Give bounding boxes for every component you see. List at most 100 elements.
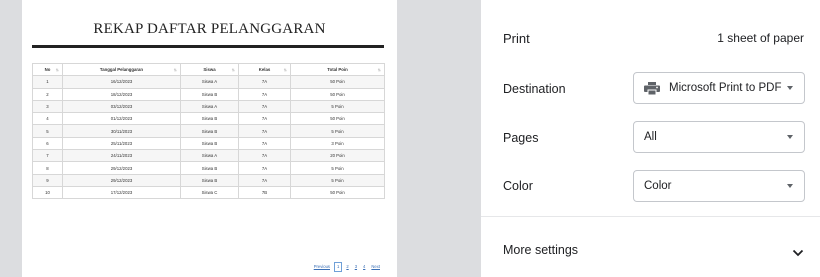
table-row: 6 25/11/2023 Siswa B 7A 3 Poin [32,136,385,151]
cell-no: 8 [32,161,63,175]
cell-date: 29/12/2023 [62,173,181,187]
pagination-page-4[interactable]: 4 [361,263,367,271]
cell-no: 3 [32,99,63,114]
cell-date: 24/11/2023 [62,149,181,163]
cell-student: Siswa B [180,173,239,187]
column-header-label: Total Poin [327,67,348,73]
sort-arrows-icon: ⇅ [283,67,287,73]
column-header-label: Kelas [258,67,271,73]
cell-date: 30/11/2023 [62,124,181,138]
table-row: 8 29/12/2023 Siswa B 7A 5 Poin [32,161,385,175]
table-row: 5 30/11/2023 Siswa B 7A 5 Poin [32,124,385,138]
print-title: Print [503,31,530,46]
sort-arrows-icon: ⇅ [55,67,59,73]
destination-value: Microsoft Print to PDF [669,82,782,94]
sort-arrows-icon: ⇅ [231,67,235,73]
column-header-label: Siswa [203,67,216,73]
cell-points: 50 Poin [290,87,385,101]
pages-label: Pages [503,131,539,145]
table-row: 4 01/12/2023 Siswa B 7A 50 Poin [32,112,385,126]
caret-down-icon [787,135,793,139]
cell-class: 7A [238,112,291,126]
cell-date: 01/12/2023 [62,112,181,126]
cell-no: 2 [32,87,63,101]
cell-points: 5 Poin [290,173,385,187]
caret-down-icon [787,86,793,90]
cell-class: 7A [238,149,291,163]
cell-class: 7A [238,124,291,138]
cell-class: 7A [238,87,291,101]
cell-no: 9 [32,173,63,187]
cell-date: 18/12/2023 [62,87,181,101]
chevron-down-icon [792,244,804,257]
color-select[interactable]: Color [633,170,805,202]
cell-class: 7B [238,185,291,200]
sort-arrows-icon: ⇅ [377,67,381,73]
cell-no: 6 [32,136,63,151]
more-settings-label: More settings [503,243,579,257]
cell-student: Siswa B [180,136,239,151]
cell-no: 4 [32,112,63,126]
section-divider [481,216,820,217]
caret-down-icon [787,184,793,188]
table-row: 9 29/12/2023 Siswa B 7A 5 Poin [32,173,385,187]
print-settings-panel: Print 1 sheet of paper Destination Micro… [481,0,820,277]
cell-points: 5 Poin [290,124,385,138]
cell-class: 7A [238,75,291,89]
cell-date: 16/12/2023 [62,75,181,89]
cell-points: 20 Poin [290,149,385,163]
column-header-total-poin[interactable]: Total Poin ⇅ [290,62,385,77]
print-preview-area: REKAP DAFTAR PELANGGARAN No ⇅ Tanggal Pel… [0,0,481,277]
cell-class: 7A [238,136,291,151]
cell-date: 17/12/2023 [62,185,181,200]
cell-student: Siswa B [180,124,239,138]
column-header-tanggal[interactable]: Tanggal Pelanggaran ⇅ [62,62,181,77]
printer-icon [644,81,660,95]
cell-student: Siswa B [180,87,239,101]
column-header-label: No [44,67,51,73]
violations-table: No ⇅ Tanggal Pelanggaran ⇅ Siswa ⇅ Kelas ⇅ T… [32,62,385,200]
table-row: 1 16/12/2023 Siswa A 7A 50 Poin [32,75,385,89]
more-settings-toggle[interactable]: More settings [481,233,820,263]
column-header-siswa[interactable]: Siswa ⇅ [180,62,239,77]
cell-no: 7 [32,149,63,163]
pagination-page-3[interactable]: 3 [353,263,359,271]
pagination-previous[interactable]: Previous [312,263,332,271]
column-header-label: Tanggal Pelanggaran [99,67,144,73]
cell-no: 1 [32,75,63,89]
cell-class: 7A [238,99,291,114]
table-row: 7 24/11/2023 Siswa A 7A 20 Poin [32,149,385,163]
cell-points: 3 Poin [290,136,385,151]
cell-student: Siswa C [180,185,239,200]
table-row: 3 03/12/2023 Siswa A 7A 5 Poin [32,99,385,114]
sort-arrows-icon: ⇅ [173,67,177,73]
table-row: 10 17/12/2023 Siswa C 7B 50 Poin [32,185,385,200]
destination-select[interactable]: Microsoft Print to PDF [633,72,805,104]
preview-page: REKAP DAFTAR PELANGGARAN No ⇅ Tanggal Pel… [22,0,397,277]
cell-points: 50 Poin [290,185,385,200]
cell-points: 5 Poin [290,99,385,114]
pagination: Previous 1 2 3 4 Next [312,262,382,272]
color-value: Color [644,180,672,192]
column-header-kelas[interactable]: Kelas ⇅ [238,62,291,77]
cell-points: 50 Poin [290,112,385,126]
document-title: REKAP DAFTAR PELANGGARAN [93,21,326,37]
pages-value: All [644,131,657,143]
pagination-page-2[interactable]: 2 [344,263,350,271]
color-label: Color [503,179,533,193]
sheet-count: 1 sheet of paper [717,31,804,45]
pages-select[interactable]: All [633,121,805,153]
table-row: 2 18/12/2023 Siswa B 7A 50 Poin [32,87,385,101]
cell-date: 25/11/2023 [62,136,181,151]
column-header-no[interactable]: No ⇅ [32,62,63,77]
cell-no: 5 [32,124,63,138]
cell-student: Siswa A [180,99,239,114]
cell-student: Siswa B [180,112,239,126]
cell-points: 50 Poin [290,75,385,89]
pagination-page-1[interactable]: 1 [334,262,343,272]
cell-points: 5 Poin [290,161,385,175]
cell-no: 10 [32,185,63,200]
cell-class: 7A [238,173,291,187]
pagination-next[interactable]: Next [369,263,382,271]
cell-student: Siswa A [180,75,239,89]
